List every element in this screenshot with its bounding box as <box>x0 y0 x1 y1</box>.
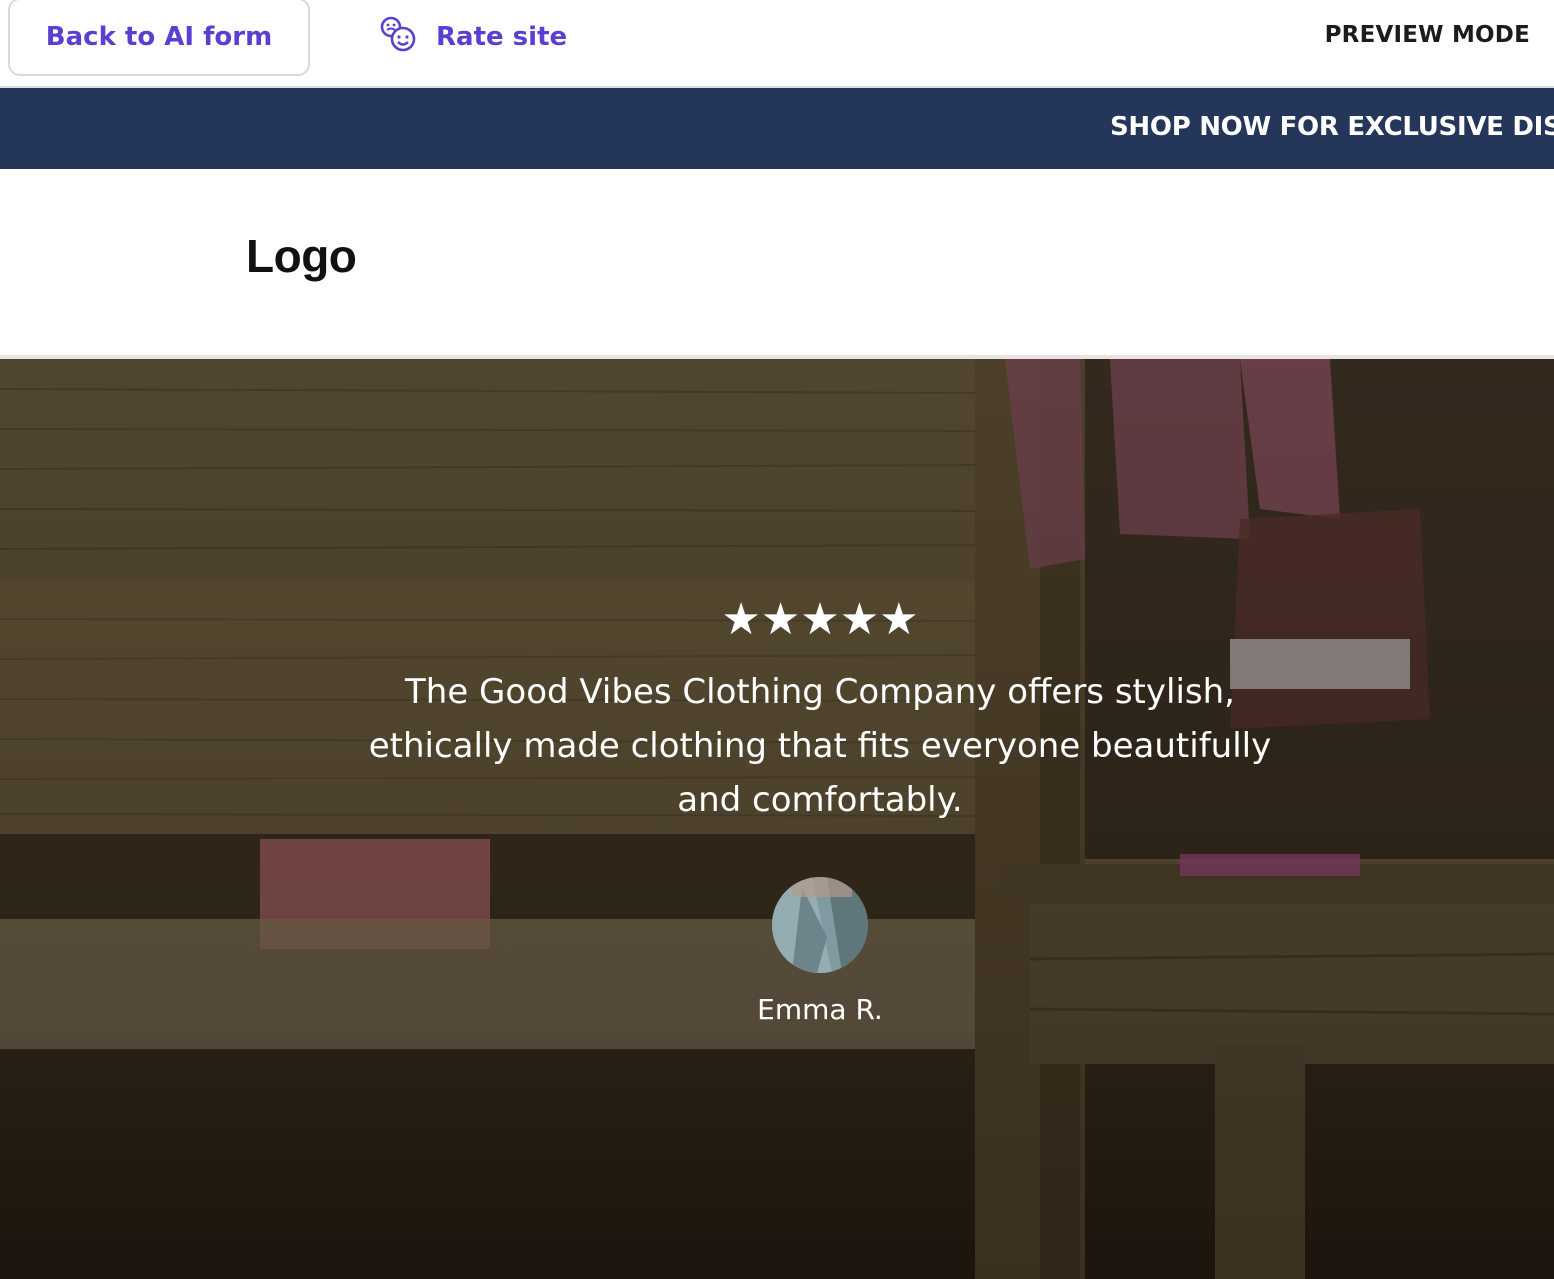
site-header: Logo <box>0 169 1554 355</box>
rate-site-button[interactable]: Rate site <box>378 16 567 58</box>
star-rating: ★★★★★ <box>721 594 919 645</box>
preview-mode-label: PREVIEW MODE <box>1324 22 1530 48</box>
announcement-bar: SHOP NOW FOR EXCLUSIVE DISC <box>0 88 1554 169</box>
reviewer-name: Emma R. <box>757 993 883 1026</box>
announcement-text[interactable]: SHOP NOW FOR EXCLUSIVE DISC <box>1110 112 1554 142</box>
testimonial: ★★★★★ The Good Vibes Clothing Company of… <box>0 594 1554 1027</box>
testimonial-quote: The Good Vibes Clothing Company offers s… <box>368 672 1272 820</box>
site-logo[interactable]: Logo <box>246 229 357 283</box>
smiley-faces-icon <box>378 14 418 61</box>
preview-toolbar: Back to AI form Rate site PREVIEW MODE <box>0 0 1554 88</box>
testimonial-hero: ★★★★★ The Good Vibes Clothing Company of… <box>0 355 1554 1279</box>
reviewer-avatar <box>772 877 868 973</box>
rate-site-label: Rate site <box>436 22 568 52</box>
back-to-ai-form-button[interactable]: Back to AI form <box>8 0 310 76</box>
